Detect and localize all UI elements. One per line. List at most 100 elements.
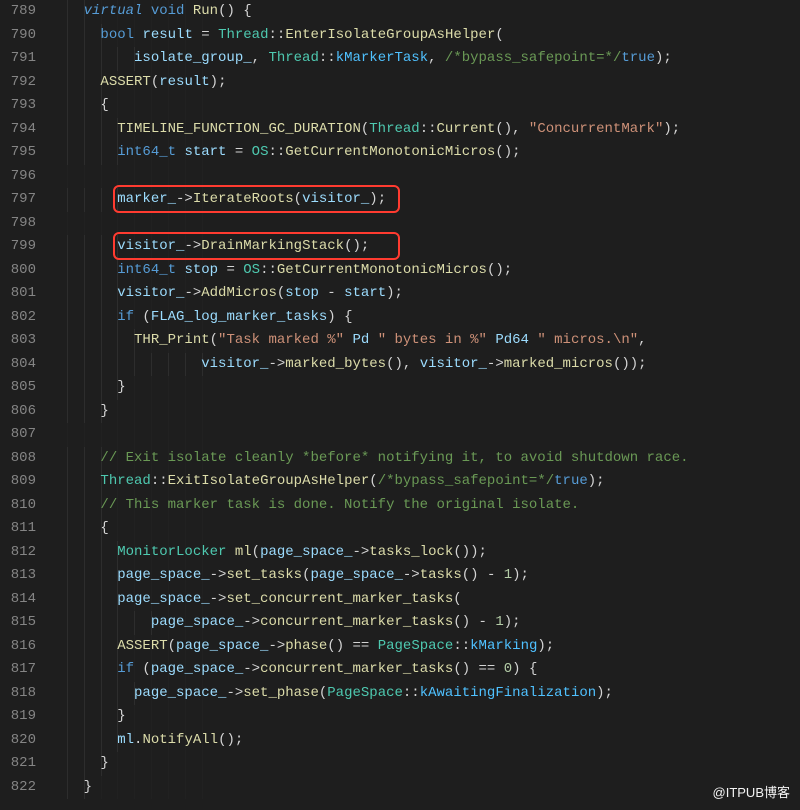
code-line[interactable]: if (FLAG_log_marker_tasks) { [50, 306, 800, 330]
code-line[interactable]: } [50, 776, 800, 800]
code-line[interactable] [50, 212, 800, 236]
line-number: 813 [0, 564, 36, 588]
code-line[interactable]: visitor_->DrainMarkingStack(); [50, 235, 800, 259]
token-punc: ); [504, 614, 521, 630]
token-var: visitor_ [302, 191, 369, 207]
line-number-gutter: 7897907917927937947957967977987998008018… [0, 0, 50, 799]
token-op [184, 3, 192, 19]
token-punc: ( [252, 544, 260, 560]
line-number: 822 [0, 776, 36, 800]
token-op: -> [403, 567, 420, 583]
code-line[interactable]: TIMELINE_FUNCTION_GC_DURATION(Thread::Cu… [50, 118, 800, 142]
token-punc: ); [596, 685, 613, 701]
token-kw2: true [554, 473, 588, 489]
code-line[interactable]: MonitorLocker ml(page_space_->tasks_lock… [50, 541, 800, 565]
line-number: 809 [0, 470, 36, 494]
token-fn: EnterIsolateGroupAsHelper [285, 27, 495, 43]
token-op: - [319, 285, 344, 301]
token-punc: ( [168, 638, 176, 654]
code-line[interactable] [50, 423, 800, 447]
token-var: marker_ [117, 191, 176, 207]
line-number: 795 [0, 141, 36, 165]
token-var: visitor_ [117, 238, 184, 254]
token-punc: { [100, 97, 108, 113]
code-line[interactable]: } [50, 400, 800, 424]
code-line[interactable]: int64_t start = OS::GetCurrentMonotonicM… [50, 141, 800, 165]
token-fn: set_concurrent_marker_tasks [226, 591, 453, 607]
code-line[interactable]: bool result = Thread::EnterIsolateGroupA… [50, 24, 800, 48]
code-line[interactable]: visitor_->marked_bytes(), visitor_->mark… [50, 353, 800, 377]
token-op [142, 3, 150, 19]
code-line[interactable]: } [50, 376, 800, 400]
code-line[interactable]: ASSERT(result); [50, 71, 800, 95]
code-line[interactable]: ml.NotifyAll(); [50, 729, 800, 753]
token-punc: ); [386, 285, 403, 301]
token-punc: :: [403, 685, 420, 701]
code-editor[interactable]: 7897907917927937947957967977987998008018… [0, 0, 800, 799]
code-line[interactable]: page_space_->set_phase(PageSpace::kAwait… [50, 682, 800, 706]
token-var: page_space_ [310, 567, 402, 583]
token-punc: :: [453, 638, 470, 654]
token-fn: ExitIsolateGroupAsHelper [168, 473, 370, 489]
code-line[interactable]: } [50, 752, 800, 776]
code-line[interactable]: page_space_->set_tasks(page_space_->task… [50, 564, 800, 588]
token-op: = [193, 27, 218, 43]
token-type: MonitorLocker [117, 544, 226, 560]
code-line[interactable]: page_space_->set_concurrent_marker_tasks… [50, 588, 800, 612]
token-op: ( [134, 661, 151, 677]
token-fn: set_tasks [226, 567, 302, 583]
token-kw2: bool [100, 27, 134, 43]
line-number: 808 [0, 447, 36, 471]
code-line[interactable]: // This marker task is done. Notify the … [50, 494, 800, 518]
token-const: kMarking [470, 638, 537, 654]
code-line[interactable]: } [50, 705, 800, 729]
code-line[interactable]: ASSERT(page_space_->phase() == PageSpace… [50, 635, 800, 659]
token-punc: ); [210, 74, 227, 90]
token-punc: { [100, 520, 108, 536]
code-line[interactable]: if (page_space_->concurrent_marker_tasks… [50, 658, 800, 682]
code-line[interactable]: page_space_->concurrent_marker_tasks() -… [50, 611, 800, 635]
line-number: 819 [0, 705, 36, 729]
token-type: Thread [100, 473, 150, 489]
token-punc: } [100, 755, 108, 771]
token-punc: (); [218, 732, 243, 748]
token-punc: () - [453, 614, 495, 630]
token-var: visitor_ [420, 356, 487, 372]
token-fn: tasks_lock [369, 544, 453, 560]
token-fn: GetCurrentMonotonicMicros [285, 144, 495, 160]
line-number: 801 [0, 282, 36, 306]
token-str: " bytes in %" [378, 332, 487, 348]
token-op: -> [210, 567, 227, 583]
token-fn: THR_Print [134, 332, 210, 348]
token-punc: ); [369, 191, 386, 207]
code-line[interactable]: marker_->IterateRoots(visitor_); [50, 188, 800, 212]
token-fn: IterateRoots [193, 191, 294, 207]
code-line[interactable]: { [50, 517, 800, 541]
token-type: OS [252, 144, 269, 160]
code-line[interactable] [50, 165, 800, 189]
line-number: 817 [0, 658, 36, 682]
code-area[interactable]: virtual void Run() { bool result = Threa… [50, 0, 800, 799]
code-line[interactable]: int64_t stop = OS::GetCurrentMonotonicMi… [50, 259, 800, 283]
token-cmt: /*bypass_safepoint=*/ [445, 50, 621, 66]
token-var: stop [184, 262, 218, 278]
token-op: -> [184, 285, 201, 301]
code-line[interactable]: virtual void Run() { [50, 0, 800, 24]
token-const: kAwaitingFinalization [420, 685, 596, 701]
code-line[interactable]: isolate_group_, Thread::kMarkerTask, /*b… [50, 47, 800, 71]
token-punc: ); [512, 567, 529, 583]
code-line[interactable]: // Exit isolate cleanly *before* notifyi… [50, 447, 800, 471]
token-kw: virtual [84, 3, 143, 19]
token-punc: () == [453, 661, 503, 677]
token-op: -> [352, 544, 369, 560]
code-line[interactable]: { [50, 94, 800, 118]
line-number: 807 [0, 423, 36, 447]
code-line[interactable]: THR_Print("Task marked %" Pd " bytes in … [50, 329, 800, 353]
token-punc: , [638, 332, 646, 348]
token-cmt: // Exit isolate cleanly *before* notifyi… [100, 450, 688, 466]
code-line[interactable]: visitor_->AddMicros(stop - start); [50, 282, 800, 306]
token-var: visitor_ [201, 356, 268, 372]
line-number: 820 [0, 729, 36, 753]
token-cmt: /*bypass_safepoint=*/ [378, 473, 554, 489]
code-line[interactable]: Thread::ExitIsolateGroupAsHelper(/*bypas… [50, 470, 800, 494]
